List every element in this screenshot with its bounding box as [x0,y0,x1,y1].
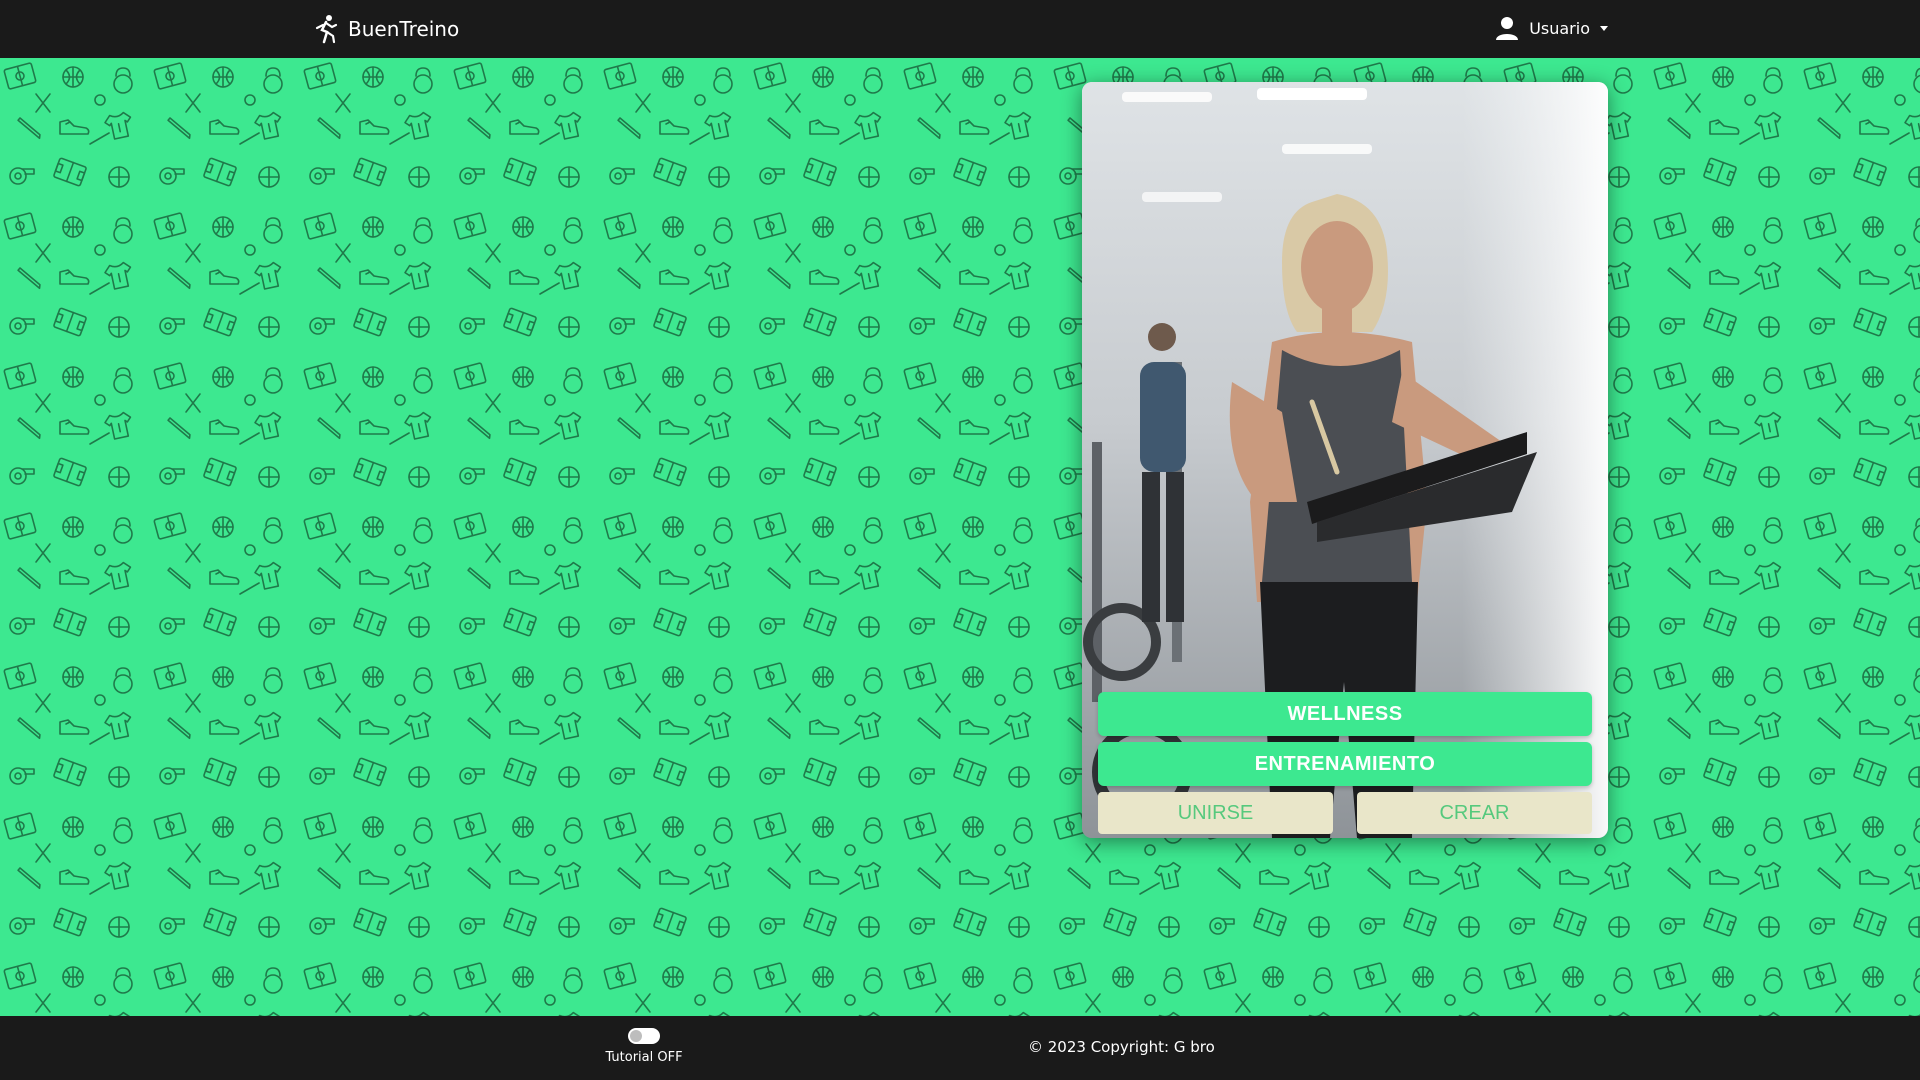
entrenamiento-button[interactable]: ENTRENAMIENTO [1098,742,1592,786]
tutorial-toggle[interactable] [628,1028,660,1044]
crear-button[interactable]: CREAR [1357,792,1592,834]
main-area: WELLNESS ENTRENAMIENTO UNIRSE CREAR [0,58,1920,1016]
user-label: Usuario [1529,18,1590,38]
toggle-knob [630,1030,642,1042]
brand-name: BuenTreino [348,17,460,41]
copyright-text: © 2023 Copyright: G bro [1028,1038,1215,1056]
tutorial-toggle-group: Tutorial OFF [604,1028,684,1065]
running-person-icon [315,15,338,44]
user-icon [1496,17,1519,40]
activity-card: WELLNESS ENTRENAMIENTO UNIRSE CREAR [1082,82,1608,838]
sports-pattern-background [0,58,1920,1016]
footer: Tutorial OFF © 2023 Copyright: G bro [0,1016,1920,1080]
user-dropdown[interactable]: Usuario [1493,14,1608,42]
unirse-button[interactable]: UNIRSE [1098,792,1333,834]
tutorial-label: Tutorial OFF [605,1050,683,1065]
top-navbar: BuenTreino Usuario [0,0,1920,58]
brand-link[interactable]: BuenTreino [312,14,459,44]
wellness-button[interactable]: WELLNESS [1098,692,1592,736]
chevron-down-icon [1600,25,1608,31]
